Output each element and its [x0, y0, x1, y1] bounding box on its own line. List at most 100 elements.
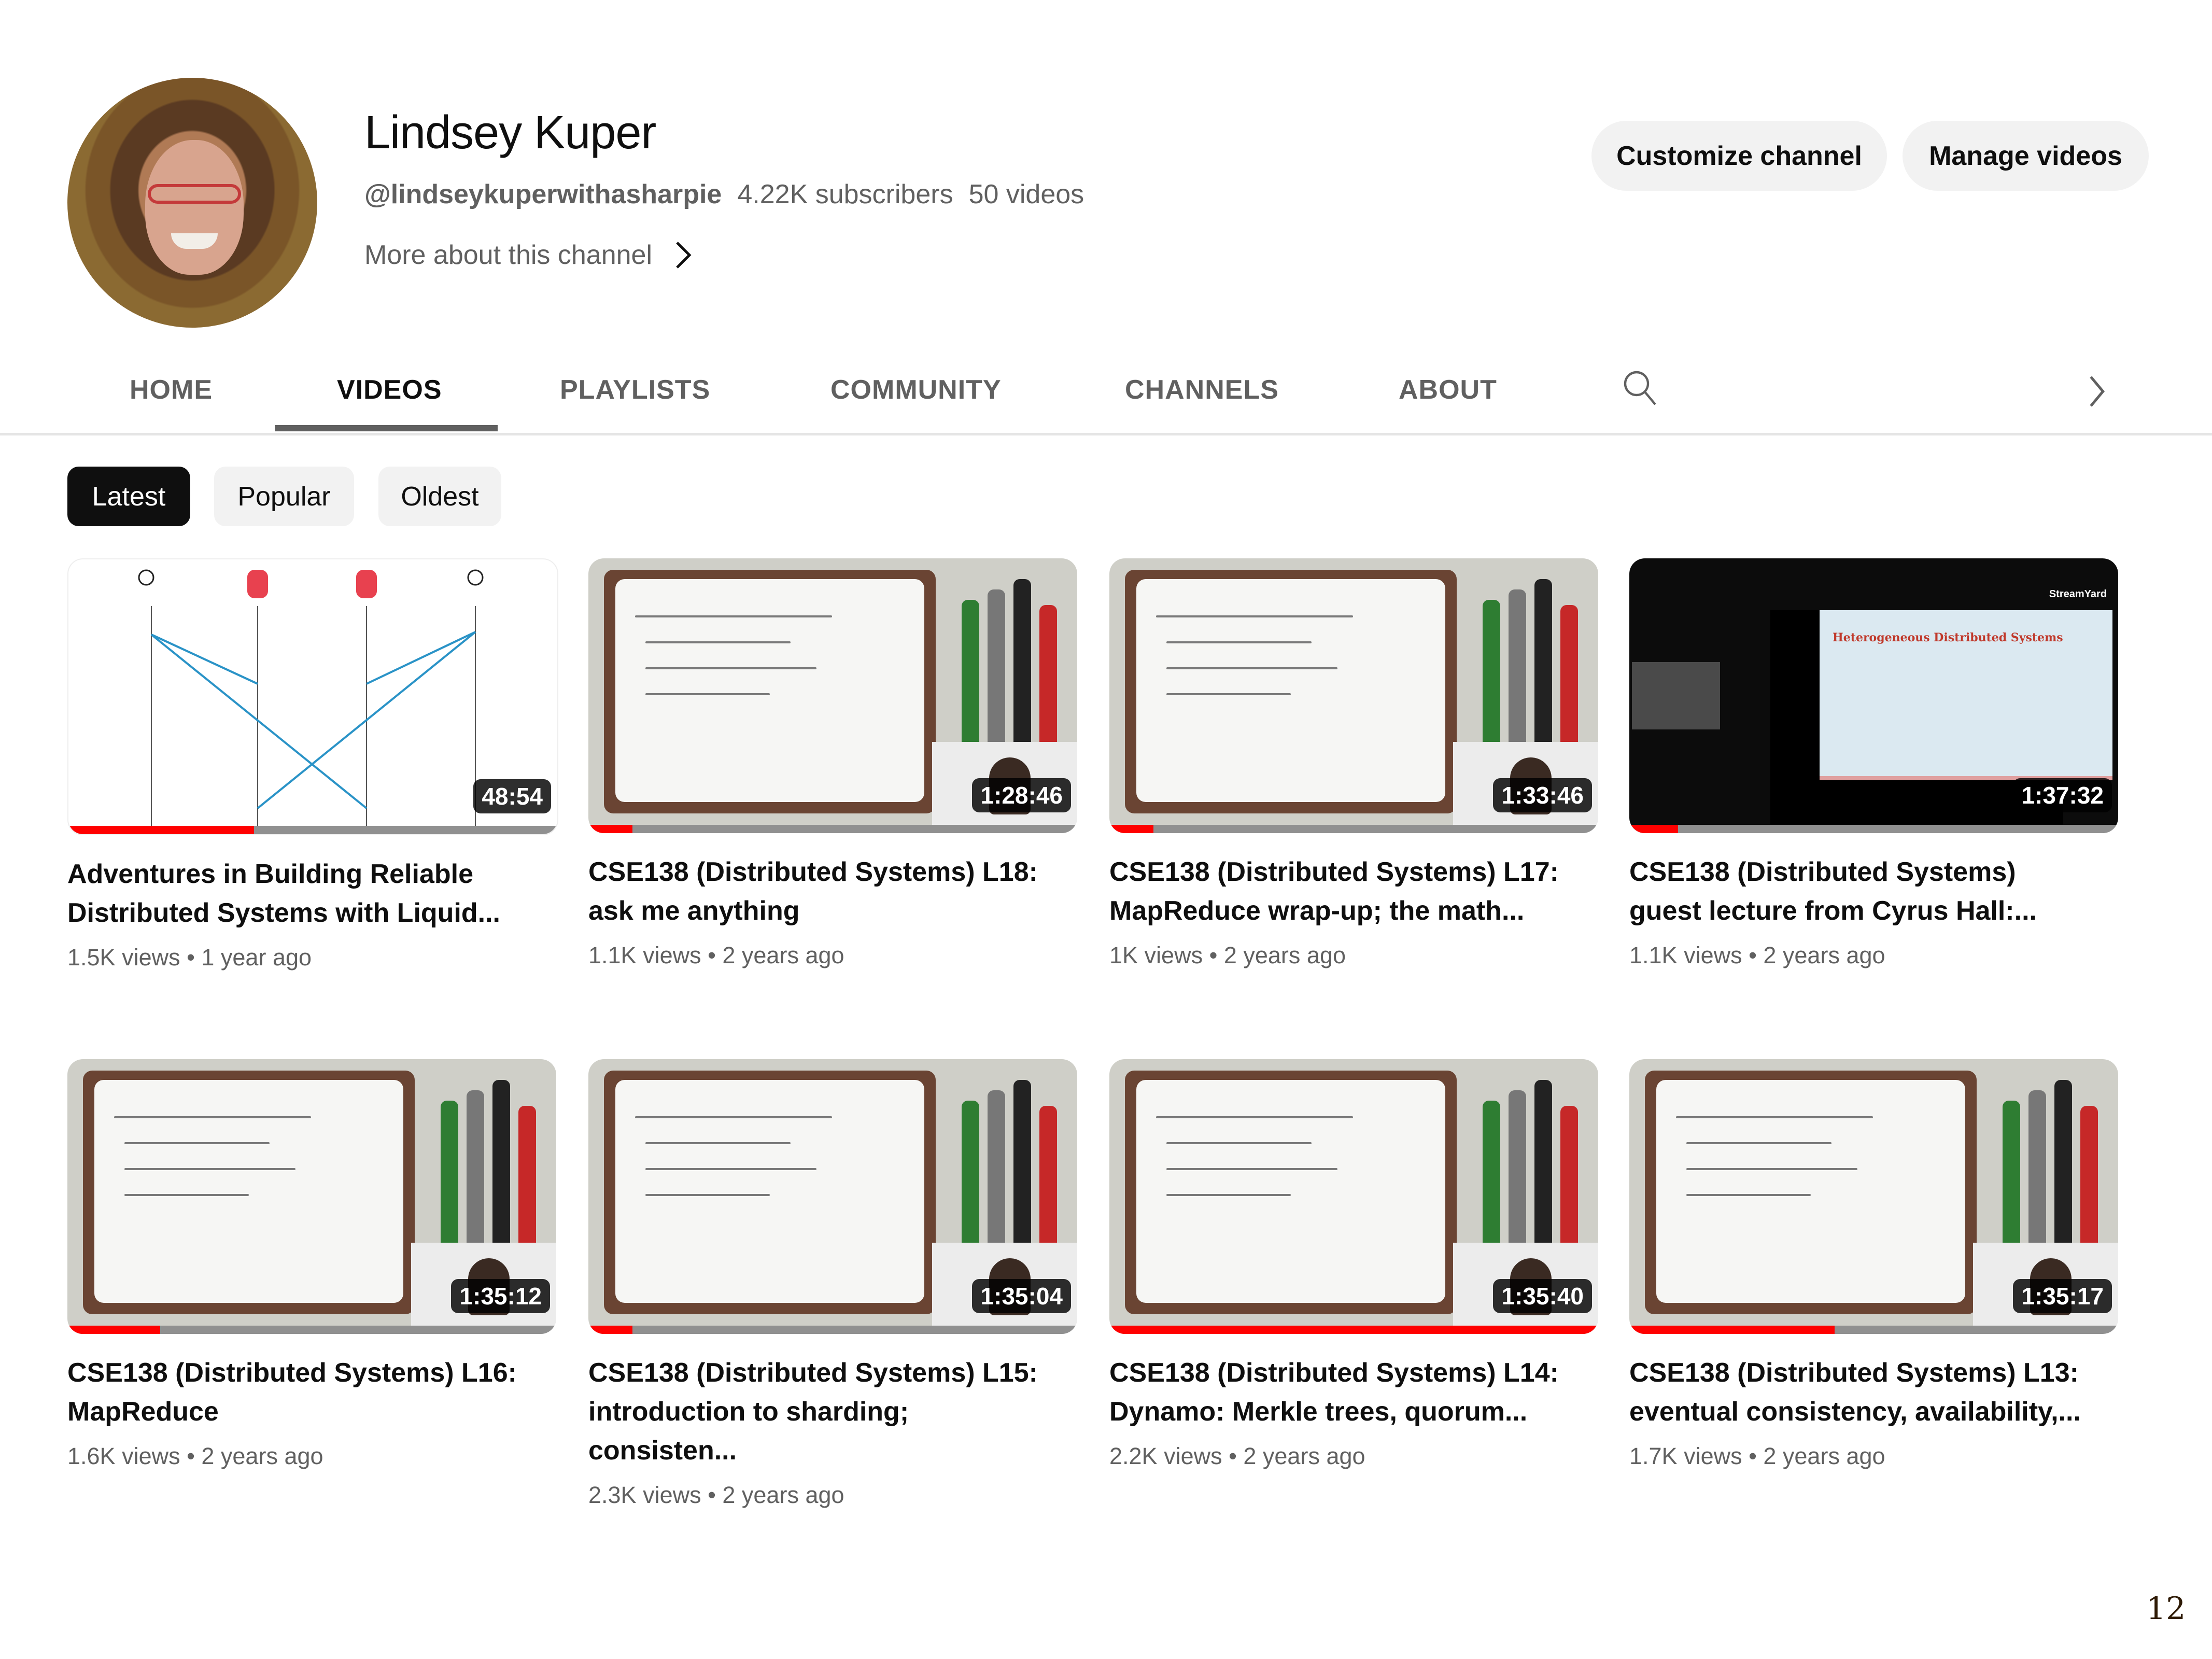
video-title-line: guest lecture from Cyrus Hall:...: [1629, 896, 2037, 926]
separator-dot: •: [1742, 1443, 1764, 1469]
video-card[interactable]: 1:33:46 CSE138 (Distributed Systems) L17:…: [1109, 558, 1598, 969]
video-metadata: 1.7K views • 2 years ago: [1629, 1443, 2118, 1470]
watch-progress-fill: [588, 1326, 632, 1334]
video-card[interactable]: 1:35:04 CSE138 (Distributed Systems) L15:…: [588, 1059, 1077, 1509]
video-thumbnail[interactable]: 1:33:46: [1109, 558, 1598, 833]
channel-meta: @lindseykuperwithasharpie 4.22K subscrib…: [364, 179, 1084, 210]
video-duration: 1:33:46: [1493, 778, 1592, 812]
watch-progress-fill: [68, 826, 255, 834]
video-metadata: 2.3K views • 2 years ago: [588, 1482, 1077, 1509]
video-title[interactable]: CSE138 (Distributed Systems) L17: MapRedu…: [1109, 853, 1576, 931]
video-duration: 1:35:17: [2013, 1279, 2112, 1313]
video-duration: 1:28:46: [972, 778, 1071, 812]
whiteboard-surface: [615, 1080, 924, 1303]
chevron-right-icon[interactable]: [2084, 373, 2110, 410]
channel-avatar[interactable]: [67, 78, 317, 328]
upload-age: 2 years ago: [1763, 1443, 1885, 1469]
video-thumbnail[interactable]: 1:35:04: [588, 1059, 1077, 1334]
subscriber-count: 4.22K subscribers: [737, 179, 953, 209]
tab-about[interactable]: ABOUT: [1399, 374, 1497, 405]
upload-age: 1 year ago: [201, 944, 312, 971]
marker: [1560, 605, 1578, 761]
avatar-glasses: [148, 184, 241, 204]
channel-handle: @lindseykuperwithasharpie: [364, 179, 722, 209]
chip-latest[interactable]: Latest: [67, 467, 190, 526]
marker: [1039, 1106, 1057, 1261]
video-title-line: MapReduce: [67, 1397, 219, 1427]
video-thumbnail[interactable]: 48:54: [67, 558, 558, 835]
marker: [1483, 1101, 1500, 1267]
active-tab-indicator: [275, 425, 498, 431]
marker: [2054, 1080, 2072, 1267]
video-count: 50 videos: [968, 179, 1084, 209]
watch-progress-fill: [1109, 825, 1153, 833]
separator-dot: •: [1222, 1443, 1244, 1469]
video-duration: 1:35:40: [1493, 1279, 1592, 1313]
video-metadata: 1.5K views • 1 year ago: [67, 944, 556, 971]
watch-progress-bar: [1109, 1326, 1598, 1334]
video-title[interactable]: Adventures in Building Reliable Distribut…: [67, 855, 534, 933]
video-title-line: Dynamo: Merkle trees, quorum...: [1109, 1397, 1528, 1427]
video-title[interactable]: CSE138 (Distributed Systems) guest lectur…: [1629, 853, 2096, 931]
video-metadata: 1.6K views • 2 years ago: [67, 1443, 556, 1470]
video-title[interactable]: CSE138 (Distributed Systems) L14: Dynamo:…: [1109, 1354, 1576, 1431]
video-metadata: 1.1K views • 2 years ago: [1629, 942, 2118, 969]
separator-dot: •: [1742, 942, 1764, 968]
video-thumbnail[interactable]: 1:35:12: [67, 1059, 556, 1334]
tab-videos[interactable]: VIDEOS: [337, 374, 442, 405]
marker: [1534, 579, 1552, 766]
separator-dot: •: [701, 942, 723, 968]
marker: [962, 1101, 979, 1267]
chip-popular[interactable]: Popular: [214, 467, 354, 526]
video-card[interactable]: 48:54 Adventures in Building Reliable Dist…: [67, 558, 558, 971]
marker: [1013, 579, 1031, 766]
marker: [2003, 1101, 2020, 1267]
whiteboard-surface: [1136, 579, 1445, 802]
streamyard-logo: StreamYard: [2049, 588, 2107, 600]
video-thumbnail[interactable]: 1:35:40: [1109, 1059, 1598, 1334]
tab-home[interactable]: HOME: [130, 374, 213, 405]
customize-channel-button[interactable]: Customize channel: [1591, 121, 1887, 191]
watch-progress-bar: [1629, 1326, 2118, 1334]
watch-progress-bar: [588, 825, 1077, 833]
whiteboard-surface: [94, 1080, 403, 1303]
manage-videos-button[interactable]: Manage videos: [1903, 121, 2149, 191]
more-about-channel-link[interactable]: More about this channel: [364, 240, 694, 271]
video-thumbnail[interactable]: Heterogeneous Distributed Systems StreamY…: [1629, 558, 2118, 833]
video-metadata: 1K views • 2 years ago: [1109, 942, 1598, 969]
watch-progress-bar: [68, 826, 557, 834]
marker: [441, 1101, 458, 1267]
video-title[interactable]: CSE138 (Distributed Systems) L16: MapRedu…: [67, 1354, 534, 1431]
watch-progress-fill: [1109, 1326, 1598, 1334]
video-card[interactable]: 1:35:12 CSE138 (Distributed Systems) L16:…: [67, 1059, 556, 1470]
marker: [1509, 1090, 1526, 1267]
tab-playlists[interactable]: PLAYLISTS: [560, 374, 710, 405]
tab-channels[interactable]: CHANNELS: [1125, 374, 1279, 405]
video-card[interactable]: 1:28:46 CSE138 (Distributed Systems) L18:…: [588, 558, 1077, 969]
video-title[interactable]: CSE138 (Distributed Systems) L15: introdu…: [588, 1354, 1055, 1470]
video-thumbnail[interactable]: 1:28:46: [588, 558, 1077, 833]
video-title[interactable]: CSE138 (Distributed Systems) L18: ask me …: [588, 853, 1055, 931]
upload-age: 2 years ago: [1223, 942, 1346, 968]
video-title-line: CSE138 (Distributed Systems) L14:: [1109, 1358, 1559, 1388]
upload-age: 2 years ago: [1763, 942, 1885, 968]
video-title[interactable]: CSE138 (Distributed Systems) L13: eventua…: [1629, 1354, 2096, 1431]
channel-tabs: HOME VIDEOS PLAYLISTS COMMUNITY CHANNELS…: [0, 353, 2212, 435]
separator-dot: •: [701, 1482, 723, 1508]
video-title-line: CSE138 (Distributed Systems) L18:: [588, 857, 1038, 887]
view-count: 1.5K views: [67, 944, 180, 971]
view-count: 1.1K views: [588, 942, 701, 968]
view-count: 1.1K views: [1629, 942, 1742, 968]
video-title-line: eventual consistency, availability,...: [1629, 1397, 2081, 1427]
watch-progress-bar: [1629, 825, 2118, 833]
video-card[interactable]: 1:35:17 CSE138 (Distributed Systems) L13:…: [1629, 1059, 2118, 1470]
separator-dot: •: [1203, 942, 1224, 968]
more-about-label: More about this channel: [364, 240, 653, 270]
tab-community[interactable]: COMMUNITY: [830, 374, 1002, 405]
video-card[interactable]: 1:35:40 CSE138 (Distributed Systems) L14:…: [1109, 1059, 1598, 1470]
video-thumbnail[interactable]: 1:35:17: [1629, 1059, 2118, 1334]
chip-oldest[interactable]: Oldest: [378, 467, 501, 526]
search-icon[interactable]: [1620, 367, 1661, 409]
marker: [1039, 605, 1057, 761]
video-card[interactable]: Heterogeneous Distributed Systems StreamY…: [1629, 558, 2118, 969]
